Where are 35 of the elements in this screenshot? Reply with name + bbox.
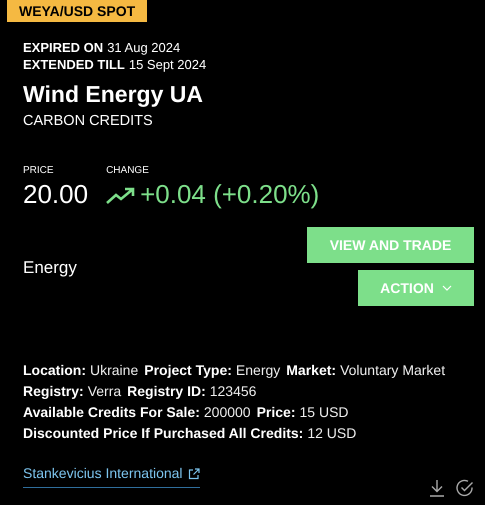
date-label: EXTENDED TILL — [23, 56, 125, 73]
external-link-icon — [188, 468, 200, 480]
project-title: Wind Energy UA — [23, 80, 204, 108]
detail-label: Discounted Price If Purchased All Credits: — [23, 424, 304, 443]
detail-value: Voluntary Market — [340, 361, 446, 380]
change-label: CHANGE — [106, 165, 150, 177]
symbol-badge: WEYA/USD SPOT — [7, 0, 148, 22]
detail-value: 123456 — [210, 382, 256, 401]
detail-label: Project Type: — [144, 361, 232, 380]
action-dropdown[interactable]: ACTION — [358, 270, 474, 306]
download-icon[interactable] — [428, 479, 446, 497]
detail-label: Registry ID: — [127, 382, 206, 401]
date-label: EXPIRED ON — [23, 39, 104, 56]
category-label: Energy — [23, 258, 77, 278]
detail-value: Energy — [236, 361, 280, 380]
change-value: +0.04 (+0.20%) — [140, 178, 320, 210]
detail-label: Market: — [286, 361, 336, 380]
price-value: 20.00 — [23, 178, 88, 210]
view-trade-button[interactable]: VIEW AND TRADE — [307, 227, 474, 263]
detail-label: Registry: — [23, 382, 84, 401]
detail-value: 12 USD — [307, 424, 356, 443]
detail-value: 15 USD — [300, 403, 349, 422]
detail-label: Available Credits For Sale: — [23, 403, 200, 422]
detail-value: Ukraine — [90, 361, 138, 380]
date-value: 15 Sept 2024 — [128, 56, 206, 73]
project-subtitle: CARBON CREDITS — [23, 112, 154, 130]
detail-value: Verra — [88, 382, 122, 401]
detail-label: Price: — [256, 403, 296, 422]
trend-up-icon — [106, 186, 136, 204]
company-link[interactable]: Stankevicius International — [23, 465, 200, 488]
detail-label: Location: — [23, 361, 86, 380]
caret-icon — [442, 285, 452, 291]
detail-value: 200000 — [204, 403, 251, 422]
price-label: PRICE — [23, 165, 55, 177]
date-value: 31 Aug 2024 — [107, 39, 180, 56]
